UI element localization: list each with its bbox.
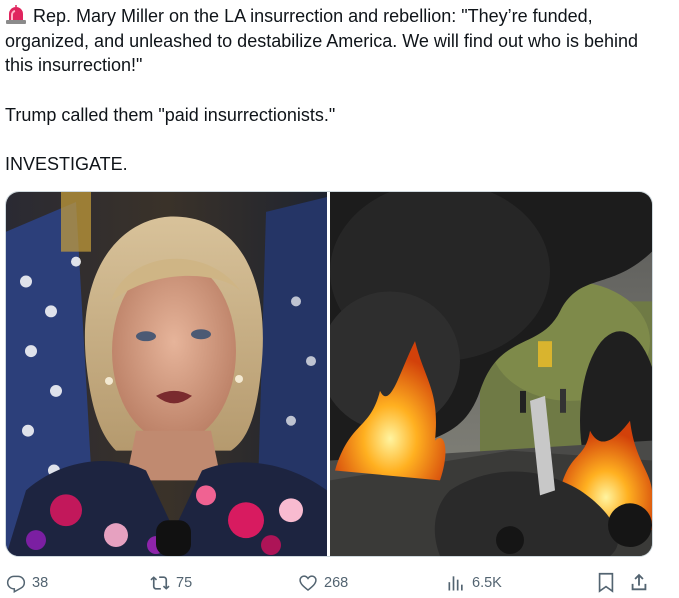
- bookmark-icon: [598, 572, 614, 593]
- repost-icon: [150, 576, 170, 590]
- post-line-1: Rep. Mary Miller on the LA insurrection …: [5, 4, 669, 78]
- reply-icon: [6, 575, 26, 593]
- fire-photo[interactable]: [330, 192, 652, 556]
- rotating-light-icon: [5, 5, 27, 25]
- fire-photo-image: [330, 192, 652, 556]
- reply-button[interactable]: 38: [6, 573, 48, 593]
- view-count: 6.5K: [472, 575, 502, 591]
- share-button[interactable]: [628, 571, 650, 593]
- repost-count: 75: [176, 575, 193, 591]
- post-text: Rep. Mary Miller on the LA insurrection …: [5, 4, 669, 177]
- action-bar: 38 75 268 6.5K: [0, 568, 679, 598]
- post-line-1-text: Rep. Mary Miller on the LA insurrection …: [5, 6, 639, 75]
- repost-button[interactable]: 75: [150, 573, 192, 593]
- speaker-photo-image: [6, 192, 327, 556]
- views-button[interactable]: 6.5K: [446, 573, 502, 593]
- analytics-icon: [448, 576, 463, 591]
- heart-icon: [299, 575, 317, 592]
- like-count: 268: [324, 575, 349, 591]
- like-button[interactable]: 268: [298, 573, 348, 593]
- reply-count: 38: [32, 575, 49, 591]
- media-grid: [5, 191, 653, 557]
- speaker-photo[interactable]: [6, 192, 327, 556]
- share-icon: [631, 573, 647, 591]
- post-line-3: INVESTIGATE.: [5, 154, 128, 174]
- bookmark-button[interactable]: [595, 571, 617, 593]
- post-line-2: Trump called them "paid insurrectionists…: [5, 104, 336, 125]
